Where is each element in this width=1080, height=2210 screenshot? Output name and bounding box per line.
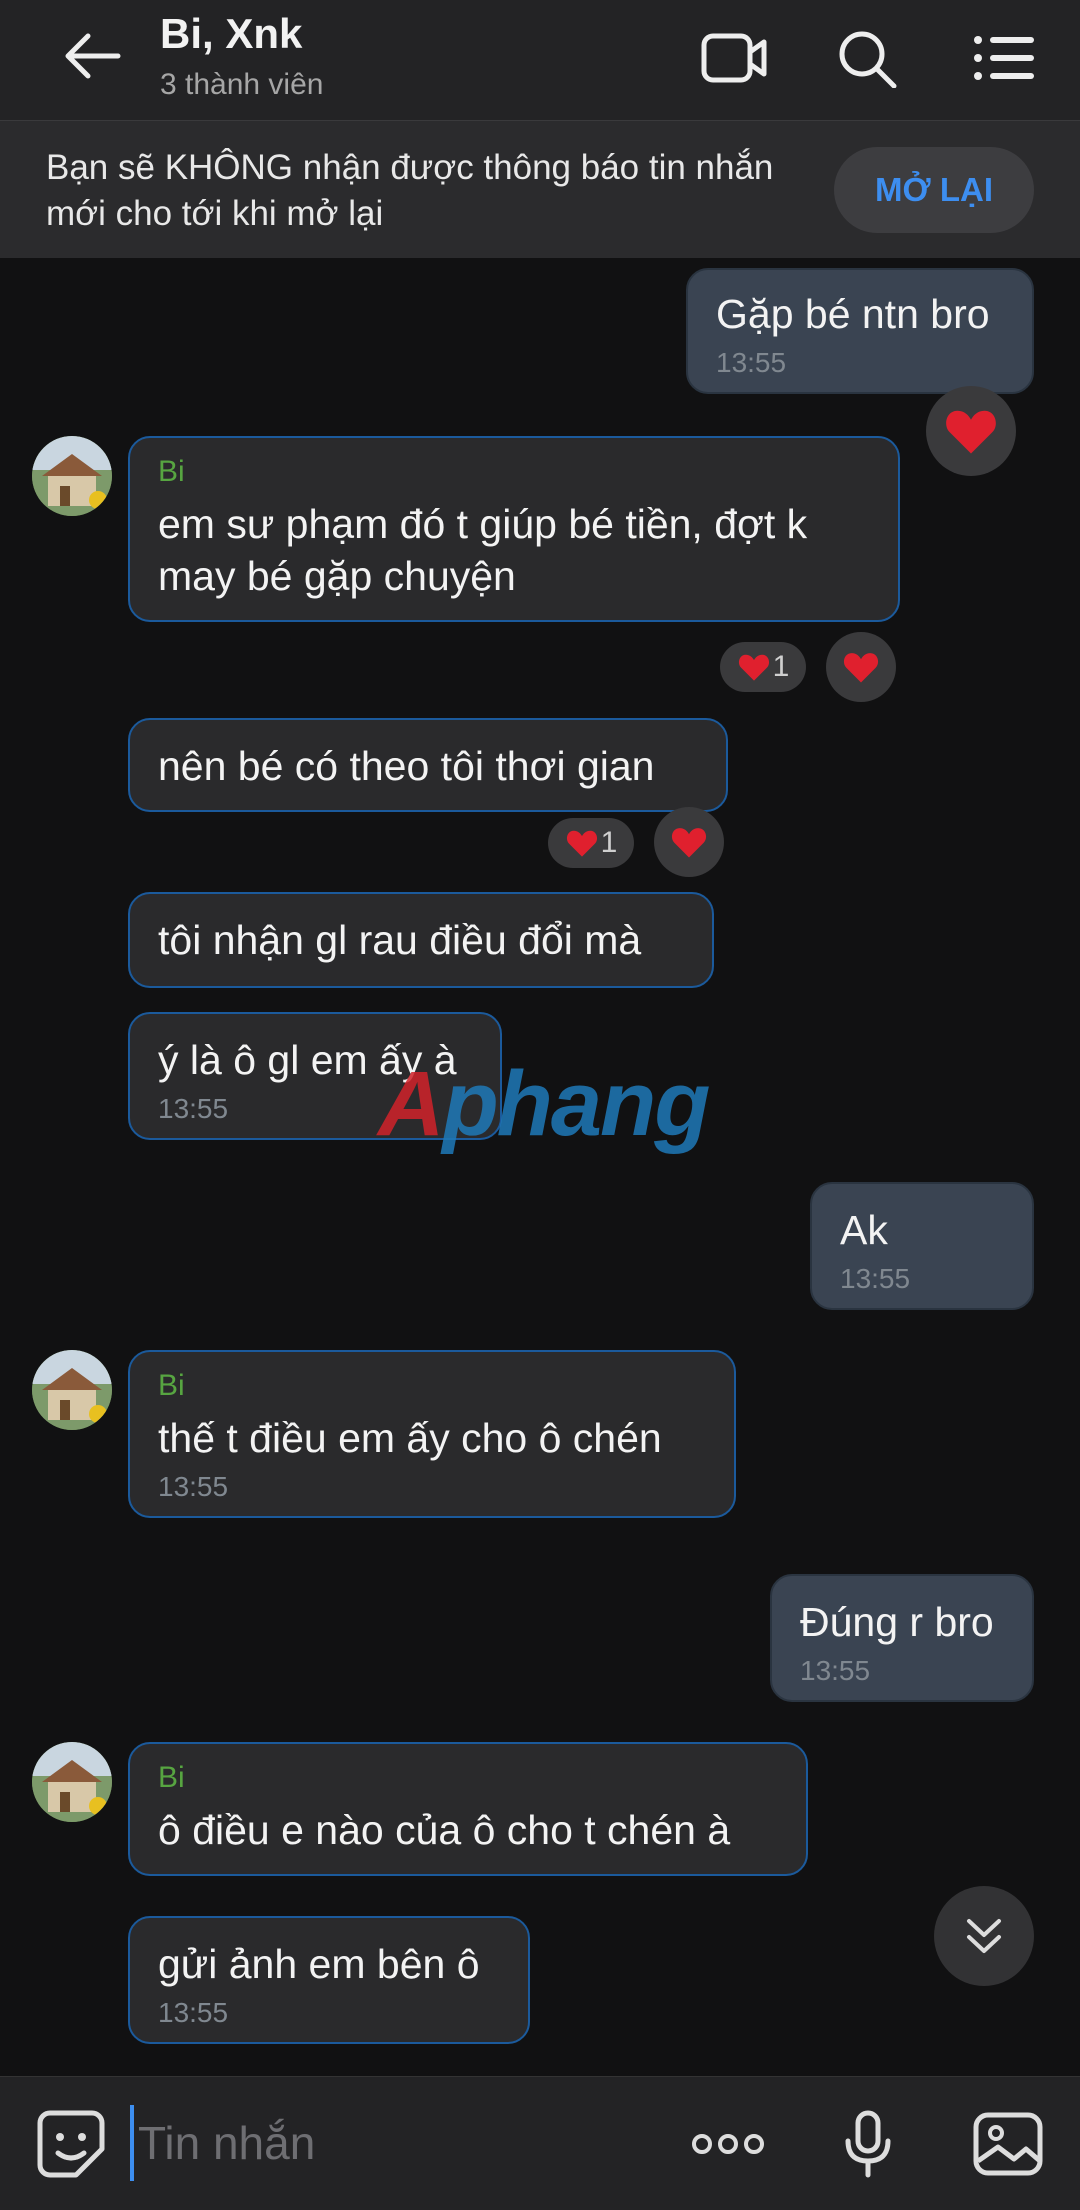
member-count: 3 thành viên: [160, 68, 324, 101]
message-composer: [0, 2076, 1080, 2210]
sticker-icon[interactable]: [36, 2109, 106, 2179]
sender-name: Bi: [158, 455, 185, 488]
message-text: gửi ảnh em bên ô: [158, 1941, 480, 1987]
message-text: tôi nhận gl rau điều đổi mà: [158, 917, 642, 963]
watermark-logo: Aphang: [378, 1053, 710, 1155]
sender-name: Bi: [158, 1369, 185, 1402]
sender-name: Bi: [158, 1761, 185, 1794]
mute-notice-banner: Bạn sẽ KHÔNG nhận được thông báo tin nhắ…: [0, 120, 1080, 258]
search-icon[interactable]: [834, 28, 902, 88]
more-options-icon[interactable]: [690, 2109, 766, 2179]
message-text: Ak: [840, 1207, 888, 1253]
message-text: nên bé có theo tôi thơi gian: [158, 743, 655, 789]
message-bubble-incoming[interactable]: Bi em sư phạm đó t giúp bé tiền, đợt k m…: [128, 436, 900, 622]
message-text: Đúng r bro: [800, 1599, 994, 1645]
reaction-button[interactable]: [926, 386, 1016, 476]
back-arrow-icon[interactable]: [60, 28, 124, 84]
message-input[interactable]: [130, 2105, 650, 2181]
reopen-button[interactable]: MỞ LẠI: [834, 147, 1034, 233]
message-bubble-incoming[interactable]: gửi ảnh em bên ô 13:55: [128, 1916, 530, 2044]
heart-icon: [843, 653, 879, 683]
message-time: 13:55: [800, 1655, 871, 1686]
message-text: ô điều e nào của ô cho t chén à: [158, 1807, 731, 1853]
chat-title[interactable]: Bi, Xnk: [160, 10, 302, 58]
reaction-count: 1: [772, 650, 790, 683]
message-time: 13:55: [716, 347, 787, 378]
heart-icon: [946, 410, 996, 454]
video-call-icon[interactable]: [700, 28, 768, 88]
heart-icon: [566, 830, 597, 857]
message-bubble-outgoing[interactable]: Gặp bé ntn bro 13:55: [686, 268, 1034, 394]
mute-notice-text: Bạn sẽ KHÔNG nhận được thông báo tin nhắ…: [46, 148, 774, 233]
message-text: thế t điều em ấy cho ô chén: [158, 1415, 662, 1461]
message-bubble-outgoing[interactable]: Đúng r bro 13:55: [770, 1574, 1034, 1702]
reaction-count-badge[interactable]: 1: [720, 642, 806, 692]
image-gallery-icon[interactable]: [970, 2109, 1046, 2179]
reaction-button[interactable]: [654, 807, 724, 877]
avatar[interactable]: [32, 1742, 112, 1822]
message-bubble-incoming[interactable]: tôi nhận gl rau điều đổi mà: [128, 892, 714, 988]
list-menu-icon[interactable]: [970, 28, 1038, 88]
avatar[interactable]: [32, 436, 112, 516]
message-time: 13:55: [840, 1263, 911, 1294]
heart-icon: [671, 828, 707, 858]
reaction-count: 1: [600, 826, 618, 859]
message-text: em sư phạm đó t giúp bé tiền, đợt k may …: [158, 501, 808, 599]
message-bubble-incoming[interactable]: Bi thế t điều em ấy cho ô chén 13:55: [128, 1350, 736, 1518]
message-text: Gặp bé ntn bro: [716, 291, 990, 337]
avatar[interactable]: [32, 1350, 112, 1430]
scroll-to-bottom-button[interactable]: [934, 1886, 1034, 1986]
reaction-button[interactable]: [826, 632, 896, 702]
message-time: 13:55: [158, 1997, 229, 2028]
microphone-icon[interactable]: [830, 2109, 906, 2179]
message-bubble-incoming[interactable]: Bi ô điều e nào của ô cho t chén à: [128, 1742, 808, 1876]
chat-header: Bi, Xnk 3 thành viên: [0, 0, 1080, 120]
message-bubble-incoming[interactable]: nên bé có theo tôi thơi gian: [128, 718, 728, 812]
heart-icon: [738, 654, 769, 681]
double-chevron-down-icon: [967, 1919, 1001, 1953]
message-bubble-outgoing[interactable]: Ak 13:55: [810, 1182, 1034, 1310]
reaction-count-badge[interactable]: 1: [548, 818, 634, 868]
message-time: 13:55: [158, 1471, 229, 1502]
